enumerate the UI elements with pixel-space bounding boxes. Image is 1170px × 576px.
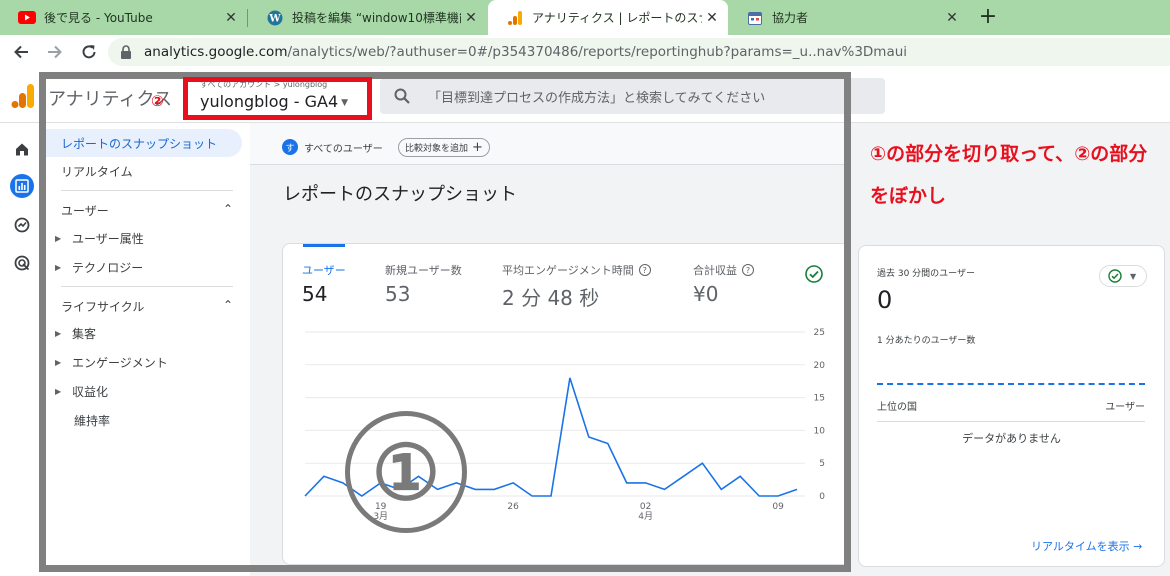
annotation-number-2: ② [151, 92, 164, 110]
tab-title: 協力者 [772, 11, 809, 25]
advertising-icon[interactable] [10, 251, 34, 275]
calendar-icon [746, 9, 764, 27]
tab-title: 投稿を編集 “window10標準機能で [292, 11, 461, 25]
tab-title: 後で見る - YouTube [44, 11, 153, 25]
explore-icon[interactable] [10, 213, 34, 237]
svg-text:W: W [268, 13, 281, 24]
close-icon[interactable]: ✕ [702, 10, 722, 26]
url-path: /analytics/web/?authuser=0#/p354370486/r… [287, 44, 908, 60]
address-bar[interactable]: analytics.google.com/analytics/web/?auth… [108, 38, 1170, 66]
home-icon[interactable] [10, 137, 34, 161]
blur-region-outline [183, 77, 372, 120]
realtime-status-chip[interactable]: ▼ [1099, 265, 1147, 287]
check-circle-icon [1108, 269, 1122, 283]
tab-youtube[interactable]: 後で見る - YouTube ✕ [0, 0, 247, 35]
youtube-icon [18, 9, 36, 27]
tab-analytics[interactable]: アナリティクス | レポートのスナップショッ ✕ [488, 0, 728, 35]
per-minute-bars [877, 383, 1145, 385]
close-icon[interactable]: ✕ [461, 10, 481, 26]
reload-icon[interactable] [72, 35, 106, 69]
close-icon[interactable]: ✕ [221, 10, 241, 26]
close-icon[interactable]: ✕ [942, 10, 962, 26]
tab-collaborators[interactable]: 協力者 ✕ [728, 0, 968, 35]
realtime-label: 過去 30 分間のユーザー [877, 269, 975, 279]
tab-wordpress[interactable]: W 投稿を編集 “window10標準機能で ✕ [248, 0, 487, 35]
wordpress-icon: W [266, 9, 284, 27]
view-realtime-link[interactable]: リアルタイムを表示 → [1031, 538, 1142, 554]
caret-down-icon: ▼ [1130, 271, 1137, 281]
analytics-logo [11, 84, 35, 108]
lock-icon [120, 45, 136, 59]
tab-title: アナリティクス | レポートのスナップショッ [532, 11, 702, 25]
browser-tab-strip: 後で見る - YouTube ✕ W 投稿を編集 “window10標準機能で … [0, 0, 1170, 35]
back-icon[interactable] [4, 35, 38, 69]
realtime-card: 過去 30 分間のユーザー 0 ▼ 1 分あたりのユーザー数 上位の国 ユーザー… [858, 245, 1165, 567]
empty-state: データがありません [962, 432, 1061, 445]
new-tab-button[interactable]: + [976, 4, 1000, 30]
left-rail [0, 123, 44, 576]
forward-icon[interactable] [38, 35, 72, 69]
annotation-note: ①の部分を切り取って、②の部分をぼかし [870, 143, 1148, 207]
per-minute-label: 1 分あたりのユーザー数 [877, 336, 976, 346]
reports-icon[interactable] [10, 174, 34, 198]
column-header: ユーザー [1105, 402, 1145, 413]
browser-toolbar: analytics.google.com/analytics/web/?auth… [0, 35, 1170, 69]
realtime-value: 0 [877, 286, 893, 314]
column-header: 上位の国 [877, 402, 917, 413]
annotation-number-1: ① [345, 411, 467, 533]
country-table-header: 上位の国 ユーザー [877, 398, 1145, 422]
analytics-icon [506, 9, 524, 27]
url-host: analytics.google.com [144, 44, 288, 60]
